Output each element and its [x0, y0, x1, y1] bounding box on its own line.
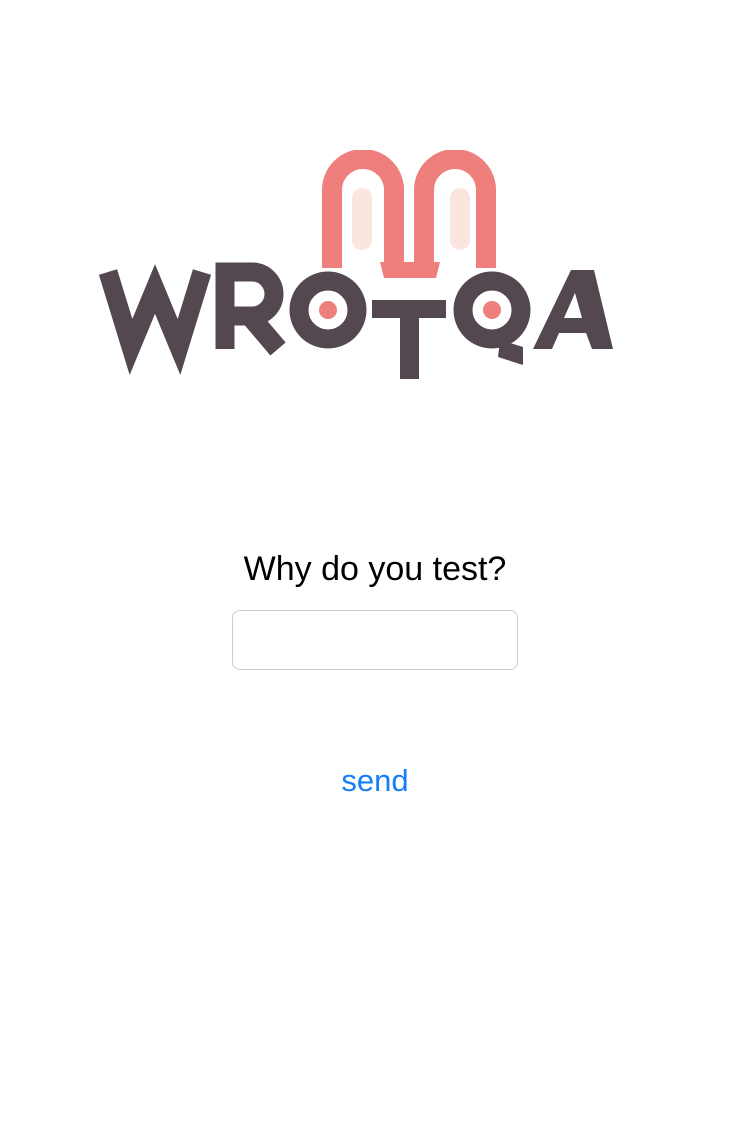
wrotqa-logo [98, 150, 613, 379]
question-label: Why do you test? [243, 550, 507, 588]
logo-letter-r [215, 262, 286, 356]
answer-input[interactable] [232, 610, 518, 670]
logo-letter-t [372, 300, 446, 379]
rabbit-ears-icon [322, 150, 496, 278]
logo-letter-q [453, 271, 531, 365]
logo-letter-a [533, 270, 613, 349]
logo-letter-w [98, 264, 212, 376]
logo-letter-o [289, 271, 367, 349]
send-button[interactable]: send [300, 758, 450, 804]
